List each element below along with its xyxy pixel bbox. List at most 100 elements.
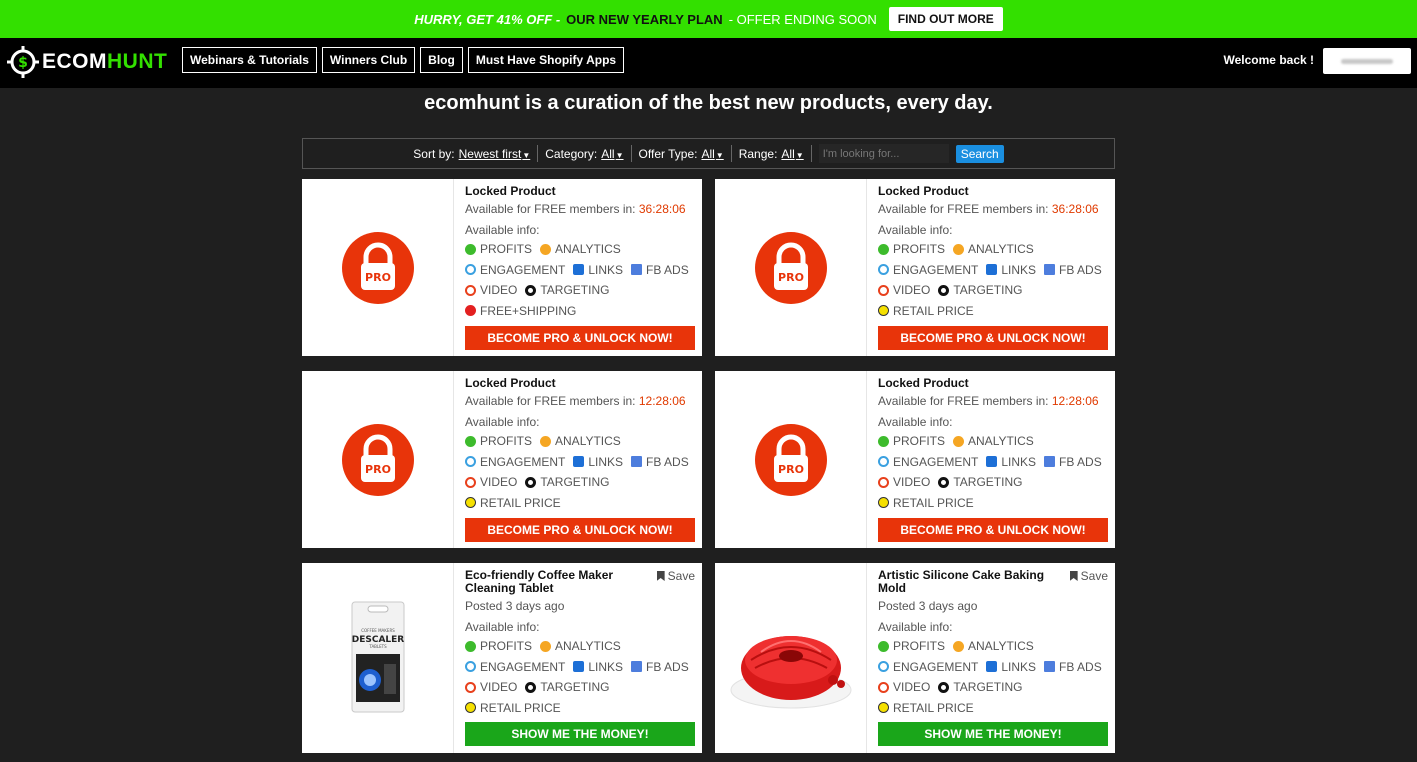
nav-shopify-apps[interactable]: Must Have Shopify Apps (467, 47, 625, 73)
sort-filter: Sort by: Newest first▼ (406, 145, 537, 162)
product-title[interactable]: Locked Product (465, 185, 695, 198)
tag-fb-ads: FB ADS (1044, 455, 1102, 469)
bar-chart-icon (1044, 264, 1056, 276)
site-header: $ ECOMHUNT Webinars & Tutorials Winners … (0, 38, 1417, 88)
range-dropdown[interactable]: All▼ (781, 147, 803, 161)
tag-profits: PROFITS (878, 639, 945, 653)
sort-dropdown[interactable]: Newest first▼ (459, 147, 531, 161)
tag-video: VIDEO (465, 475, 517, 489)
tag-profits: PROFITS (878, 434, 945, 448)
offer-type-label: Offer Type: (638, 146, 698, 161)
product-thumbnail: PRO (715, 179, 867, 356)
tag-retail-price: RETAIL PRICE (465, 496, 561, 510)
product-card: COFFEE MAKERS DESCALER TABLETS Save Eco-… (302, 563, 702, 753)
link-icon (986, 661, 998, 673)
play-icon (465, 476, 476, 488)
category-dropdown[interactable]: All▼ (601, 147, 623, 161)
svg-text:COFFEE MAKERS: COFFEE MAKERS (361, 628, 395, 633)
tag-targeting: TARGETING (525, 283, 609, 297)
product-thumbnail: PRO (302, 179, 454, 356)
analytics-icon (953, 435, 965, 447)
nav-winners-club[interactable]: Winners Club (321, 47, 416, 73)
search-input[interactable] (818, 144, 949, 163)
link-icon (573, 661, 585, 673)
ecomhunt-logo[interactable]: $ ECOMHUNT (6, 45, 167, 79)
become-pro-button[interactable]: BECOME PRO & UNLOCK NOW! (465, 326, 695, 350)
product-title[interactable]: Locked Product (878, 185, 1108, 198)
target-icon (525, 681, 537, 693)
show-me-the-money-button[interactable]: SHOW ME THE MONEY! (878, 722, 1108, 746)
bar-chart-icon (1044, 456, 1056, 468)
play-icon (878, 681, 889, 693)
link-icon (573, 456, 585, 468)
become-pro-button[interactable]: BECOME PRO & UNLOCK NOW! (878, 326, 1108, 350)
available-info-label: Available info: (465, 223, 540, 237)
tag-fb-ads: FB ADS (1044, 263, 1102, 277)
link-icon (573, 264, 585, 276)
svg-text:$: $ (18, 55, 28, 71)
product-card-locked: PRO Locked Product Available for FREE me… (302, 371, 702, 548)
tag-video: VIDEO (878, 283, 930, 297)
product-thumbnail[interactable] (715, 563, 867, 753)
product-title[interactable]: Artistic Silicone Cake Baking Mold (878, 569, 1108, 595)
tag-profits: PROFITS (878, 242, 945, 256)
search-button[interactable]: Search (955, 144, 1004, 163)
tag-analytics: ANALYTICS (540, 434, 621, 448)
become-pro-button[interactable]: BECOME PRO & UNLOCK NOW! (878, 518, 1108, 542)
tag-targeting: TARGETING (938, 680, 1022, 694)
play-icon (878, 476, 889, 488)
category-filter: Category: All▼ (537, 145, 630, 162)
available-info-label: Available info: (465, 620, 540, 634)
tag-targeting: TARGETING (525, 475, 609, 489)
promo-ending-text: - OFFER ENDING SOON (728, 11, 877, 27)
engagement-icon (465, 661, 476, 673)
availability-text: Available for FREE members in: 36:28:06 (465, 202, 686, 216)
product-thumbnail[interactable]: COFFEE MAKERS DESCALER TABLETS (302, 563, 454, 753)
tag-engagement: ENGAGEMENT (878, 660, 978, 674)
free-shipping-icon (465, 305, 476, 317)
product-title[interactable]: Locked Product (465, 377, 695, 390)
pro-lock-icon: PRO (341, 231, 414, 304)
category-label: Category: (545, 146, 598, 161)
offer-type-filter: Offer Type: All▼ (630, 145, 731, 162)
availability-text: Available for FREE members in: 12:28:06 (878, 394, 1099, 408)
dollar-crosshair-icon: $ (7, 46, 39, 78)
range-filter: Range: All▼ (730, 145, 811, 162)
engagement-icon (465, 264, 476, 276)
tag-engagement: ENGAGEMENT (465, 263, 565, 277)
offer-type-dropdown[interactable]: All▼ (701, 147, 723, 161)
tag-links: LINKS (986, 263, 1036, 277)
find-out-more-button[interactable]: FIND OUT MORE (888, 7, 1003, 31)
user-account-menu[interactable] (1323, 48, 1411, 74)
tag-video: VIDEO (465, 283, 517, 297)
tag-video: VIDEO (878, 680, 930, 694)
product-title[interactable]: Locked Product (878, 377, 1108, 390)
product-card: Save Artistic Silicone Cake Baking Mold … (715, 563, 1115, 753)
welcome-text: Welcome back ! (1223, 53, 1314, 67)
tag-video: VIDEO (465, 680, 517, 694)
range-label: Range: (738, 146, 778, 161)
tag-retail-price: RETAIL PRICE (465, 701, 561, 715)
main-nav: Webinars & Tutorials Winners Club Blog M… (182, 47, 625, 73)
analytics-icon (540, 243, 552, 255)
tag-links: LINKS (573, 455, 623, 469)
engagement-icon (465, 456, 476, 468)
product-title[interactable]: Eco-friendly Coffee Maker Cleaning Table… (465, 569, 695, 595)
analytics-icon (540, 435, 552, 447)
become-pro-button[interactable]: BECOME PRO & UNLOCK NOW! (465, 518, 695, 542)
target-icon (938, 476, 950, 488)
tag-engagement: ENGAGEMENT (465, 660, 565, 674)
nav-webinars-tutorials[interactable]: Webinars & Tutorials (182, 47, 317, 73)
tag-fb-ads: FB ADS (1044, 660, 1102, 674)
promo-discount-text: HURRY, GET 41% OFF - (414, 11, 561, 27)
tag-links: LINKS (573, 660, 623, 674)
dollar-icon (465, 435, 476, 447)
tag-retail-price: RETAIL PRICE (878, 701, 974, 715)
target-icon (938, 284, 950, 296)
show-me-the-money-button[interactable]: SHOW ME THE MONEY! (465, 722, 695, 746)
target-icon (525, 476, 537, 488)
play-icon (465, 284, 476, 296)
tag-profits: PROFITS (465, 639, 532, 653)
page-tagline: ecomhunt is a curation of the best new p… (424, 92, 993, 114)
nav-blog[interactable]: Blog (420, 47, 463, 73)
